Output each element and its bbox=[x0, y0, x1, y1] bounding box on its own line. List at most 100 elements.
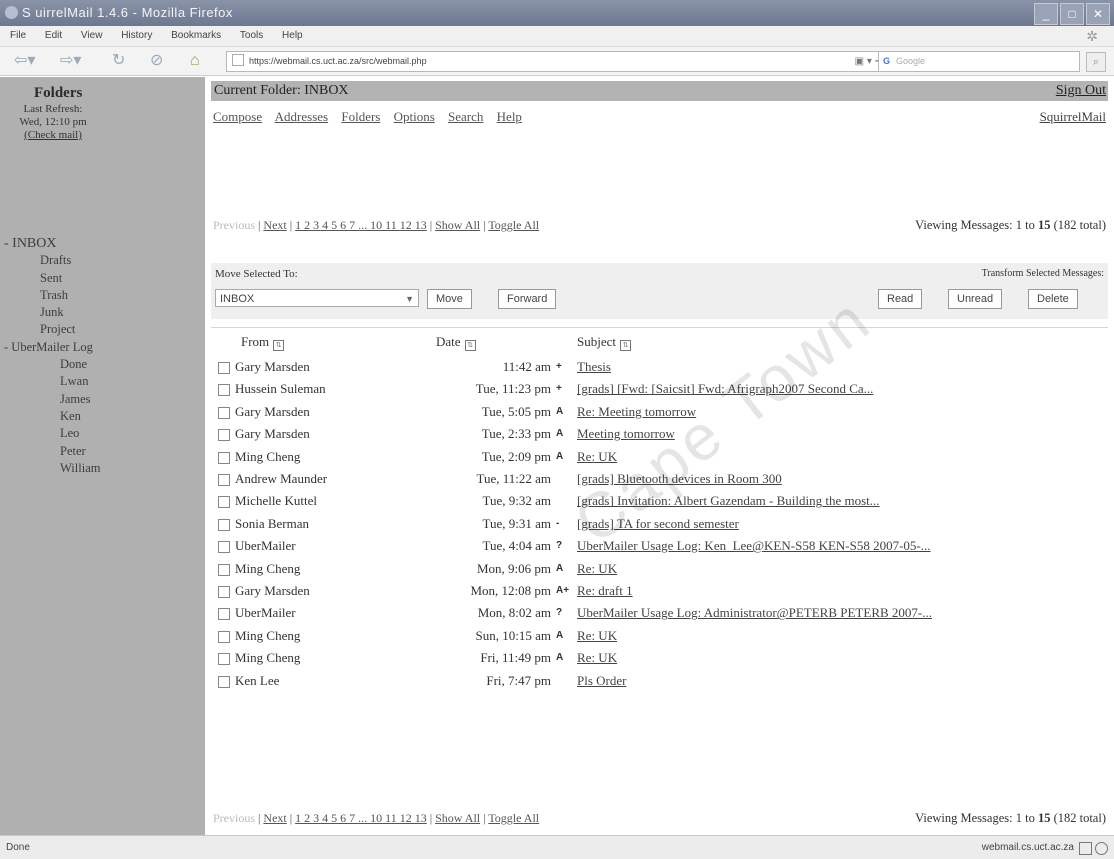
nav-help[interactable]: Help bbox=[497, 109, 522, 124]
menu-tools[interactable]: Tools bbox=[240, 30, 263, 41]
message-from[interactable]: Ming Cheng bbox=[235, 558, 300, 580]
message-from[interactable]: Hussein Suleman bbox=[235, 378, 326, 400]
checkbox[interactable] bbox=[218, 406, 230, 419]
checkbox[interactable] bbox=[218, 675, 230, 688]
checkbox[interactable] bbox=[218, 586, 230, 598]
checkbox[interactable] bbox=[218, 608, 230, 621]
folder-leo[interactable]: Leo bbox=[4, 425, 100, 442]
table-row[interactable]: Andrew Maunder Tue, 11:22 am [grads] Bluet… bbox=[211, 468, 1108, 490]
home-icon[interactable]: ⌂ bbox=[190, 51, 200, 71]
message-subject[interactable]: UberMailer Usage Log: Administrator@PETE… bbox=[577, 602, 932, 624]
table-row[interactable]: Ming Cheng Tue, 2:09 pm A Re: UK bbox=[211, 446, 1108, 468]
checkbox[interactable] bbox=[218, 518, 230, 531]
move-button[interactable]: Move bbox=[427, 289, 472, 309]
menu-bookmarks[interactable]: Bookmarks bbox=[171, 30, 221, 41]
nav-addresses[interactable]: Addresses bbox=[275, 109, 328, 124]
message-subject[interactable]: Re: draft 1 bbox=[577, 580, 633, 602]
nav-compose[interactable]: Compose bbox=[213, 109, 262, 124]
reload-icon[interactable]: ↻ bbox=[112, 51, 125, 71]
squirrelmail-link[interactable]: SquirrelMail bbox=[1040, 107, 1106, 127]
folder-ubermailer-log[interactable]: - UberMailer Log bbox=[4, 339, 100, 356]
checkbox[interactable] bbox=[218, 630, 230, 643]
checkbox[interactable] bbox=[218, 541, 230, 554]
checkbox[interactable] bbox=[218, 653, 230, 666]
message-subject[interactable]: Thesis bbox=[577, 356, 611, 378]
menu-edit[interactable]: Edit bbox=[45, 30, 62, 41]
folder-lwan[interactable]: Lwan bbox=[4, 373, 100, 390]
close-icon[interactable]: ✕ bbox=[1086, 3, 1110, 25]
checkbox[interactable] bbox=[218, 474, 230, 486]
sort-icon[interactable]: ⇅ bbox=[620, 340, 631, 351]
message-subject[interactable]: [grads] [Fwd: [Saicsit] Fwd: Afrigraph20… bbox=[577, 378, 873, 400]
folder-ken[interactable]: Ken bbox=[4, 408, 100, 425]
message-from[interactable]: Ming Cheng bbox=[235, 647, 300, 669]
pager-toggle-all[interactable]: Toggle All bbox=[488, 218, 539, 232]
back-icon[interactable]: ⇦▾ bbox=[14, 51, 35, 71]
move-target-select[interactable]: INBOX ▼ bbox=[215, 289, 419, 307]
table-row[interactable]: Gary Marsden Tue, 5:05 pm A Re: Meeting tom… bbox=[211, 401, 1108, 423]
pager-show-all[interactable]: Show All bbox=[435, 218, 480, 232]
folder-drafts[interactable]: Drafts bbox=[4, 252, 100, 269]
table-row[interactable]: UberMailer Mon, 8:02 am? UberMailer Usage … bbox=[211, 602, 1108, 624]
search-go-icon[interactable]: ⌕ bbox=[1086, 52, 1106, 72]
menu-help[interactable]: Help bbox=[282, 30, 303, 41]
menu-history[interactable]: History bbox=[121, 30, 152, 41]
table-row[interactable]: Hussein Suleman Tue, 11:23 pm + [grads] [Fw… bbox=[211, 378, 1108, 400]
table-row[interactable]: Ken Lee Fri, 7:47 pm Pls Order bbox=[211, 670, 1108, 692]
search-input[interactable]: G Google bbox=[878, 51, 1080, 72]
folder-sent[interactable]: Sent bbox=[4, 270, 100, 287]
checkbox[interactable] bbox=[218, 451, 230, 464]
forward-button[interactable]: Forward bbox=[498, 289, 557, 309]
folder-project[interactable]: Project bbox=[4, 321, 100, 338]
folder-done[interactable]: Done bbox=[4, 356, 100, 373]
lock-icon[interactable] bbox=[1079, 842, 1092, 855]
pager-toggle-all[interactable]: Toggle All bbox=[488, 811, 539, 825]
folder-trash[interactable]: Trash bbox=[4, 287, 100, 304]
sort-icon[interactable]: ⇅ bbox=[273, 340, 285, 351]
message-from[interactable]: UberMailer bbox=[235, 535, 296, 557]
nav-folders[interactable]: Folders bbox=[341, 109, 380, 124]
message-from[interactable]: Ming Cheng bbox=[235, 625, 300, 647]
checkbox[interactable] bbox=[218, 563, 230, 576]
table-row[interactable]: Ming Cheng Mon, 9:06 pm A Re: UK bbox=[211, 558, 1108, 580]
message-from[interactable]: Ming Cheng bbox=[235, 446, 300, 468]
read-button[interactable]: Read bbox=[878, 289, 923, 309]
forward-icon[interactable]: ⇨▾ bbox=[60, 51, 81, 71]
nav-options[interactable]: Options bbox=[394, 109, 435, 124]
table-row[interactable]: UberMailer Tue, 4:04 am? UberMailer Usage … bbox=[211, 535, 1108, 557]
pager-pages[interactable]: 1 2 3 4 5 6 7 ... 10 11 12 13 bbox=[295, 811, 427, 825]
message-from[interactable]: Gary Marsden bbox=[235, 401, 310, 423]
message-subject[interactable]: Re: UK bbox=[577, 625, 617, 647]
checkbox[interactable] bbox=[218, 362, 230, 374]
message-subject[interactable]: Pls Order bbox=[577, 670, 626, 692]
menu-view[interactable]: View bbox=[81, 30, 103, 41]
column-subject[interactable]: Subject ⇅ bbox=[577, 334, 631, 351]
message-subject[interactable]: Re: UK bbox=[577, 446, 617, 468]
message-from[interactable]: Sonia Berman bbox=[235, 513, 309, 535]
table-row[interactable]: Sonia Berman Tue, 9:31 am - [grads] TA for … bbox=[211, 513, 1108, 535]
stop-icon[interactable]: ⊘ bbox=[150, 51, 163, 71]
message-from[interactable]: Ken Lee bbox=[235, 670, 279, 692]
message-from[interactable]: Gary Marsden bbox=[235, 356, 310, 378]
table-row[interactable]: Gary Marsden Mon, 12:08 pm A+ Re: draft 1 bbox=[211, 580, 1108, 602]
nav-search[interactable]: Search bbox=[448, 109, 483, 124]
message-subject[interactable]: [grads] Invitation: Albert Gazendam - Bu… bbox=[577, 490, 880, 512]
sort-icon[interactable]: ⇅ bbox=[464, 340, 476, 351]
column-from[interactable]: From ⇅ bbox=[241, 334, 285, 351]
checkbox[interactable] bbox=[218, 496, 230, 509]
table-row[interactable]: Ming Cheng Fri, 11:49 pm A Re: UK bbox=[211, 647, 1108, 669]
minimize-icon[interactable]: _ bbox=[1034, 3, 1058, 25]
pager-show-all[interactable]: Show All bbox=[435, 811, 480, 825]
maximize-icon[interactable]: □ bbox=[1060, 3, 1084, 25]
checkbox[interactable] bbox=[218, 384, 230, 397]
pager-next[interactable]: Next bbox=[263, 811, 286, 825]
check-mail-link[interactable]: (Check mail) bbox=[24, 129, 82, 141]
folder-peter[interactable]: Peter bbox=[4, 443, 100, 460]
pager-previous[interactable]: Previous bbox=[213, 218, 255, 232]
table-row[interactable]: Gary Marsden 11:42 am + Thesis bbox=[211, 356, 1108, 378]
addon-icon[interactable] bbox=[1095, 842, 1108, 855]
pager-pages[interactable]: 1 2 3 4 5 6 7 ... 10 11 12 13 bbox=[295, 218, 427, 232]
message-subject[interactable]: Re: UK bbox=[577, 647, 617, 669]
message-from[interactable]: Andrew Maunder bbox=[235, 468, 327, 490]
message-subject[interactable]: UberMailer Usage Log: Ken_Lee@KEN-S58 KE… bbox=[577, 535, 931, 557]
